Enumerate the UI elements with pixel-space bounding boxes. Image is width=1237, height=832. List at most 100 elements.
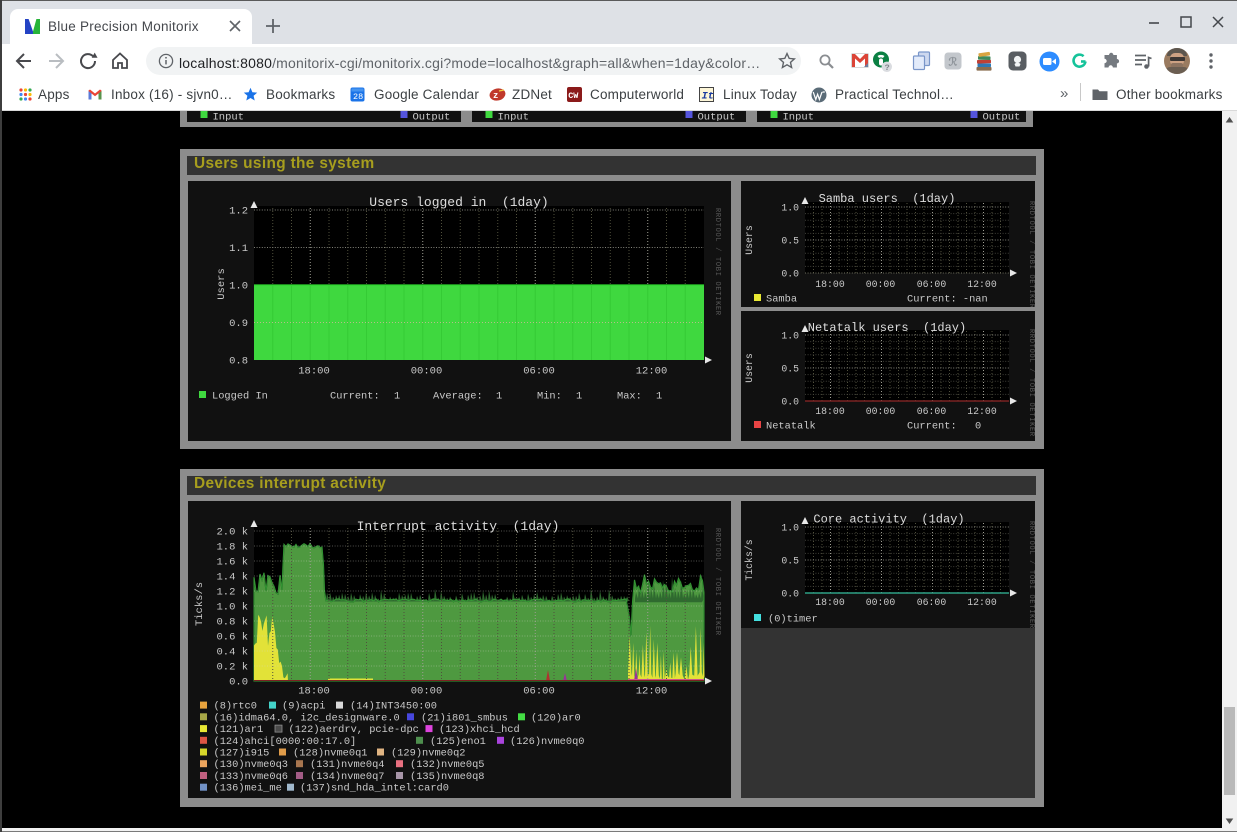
svg-text:1.8 k: 1.8 k (216, 542, 248, 554)
svg-text:1.0: 1.0 (781, 523, 799, 534)
svg-text:Input: Input (498, 112, 530, 122)
svg-text:(14)INT3450:00: (14)INT3450:00 (350, 701, 437, 713)
svg-text:(122)aerdrv, pcie-dpc: (122)aerdrv, pcie-dpc (289, 724, 419, 736)
svg-text:0.0: 0.0 (781, 589, 799, 600)
svg-text:(21)i801_smbus: (21)i801_smbus (421, 712, 508, 724)
svg-text:06:00: 06:00 (523, 366, 555, 378)
svg-text:Output: Output (698, 112, 736, 122)
svg-text:Input: Input (783, 112, 815, 122)
svg-text:(134)nvme0q7: (134)nvme0q7 (310, 771, 385, 783)
svg-text:RRDTOOL / TOBI OETIKER: RRDTOOL / TOBI OETIKER (713, 528, 721, 636)
svg-text:Input: Input (213, 112, 245, 122)
svg-text:00:00: 00:00 (411, 686, 443, 698)
svg-text:00:00: 00:00 (866, 597, 896, 608)
svg-text:RRDTOOL / TOBI OETIKER: RRDTOOL / TOBI OETIKER (713, 208, 721, 316)
svg-text:Users logged in (1day): Users logged in (1day) (369, 195, 548, 210)
svg-text:18:00: 18:00 (815, 279, 845, 290)
svg-text:12:00: 12:00 (636, 366, 668, 378)
svg-text:1.2 k: 1.2 k (216, 587, 248, 599)
svg-text:1.2: 1.2 (229, 206, 248, 218)
svg-text:1.1: 1.1 (229, 243, 248, 255)
svg-text:1: 1 (394, 391, 400, 403)
svg-text:18:00: 18:00 (298, 366, 330, 378)
svg-text:Output: Output (983, 112, 1021, 122)
svg-text:RRDTOOL / TOBI OETIKER: RRDTOOL / TOBI OETIKER (1027, 329, 1035, 437)
svg-text:1: 1 (576, 391, 582, 403)
svg-text:06:00: 06:00 (917, 406, 947, 417)
svg-text:(16)idma64.0, i2c_designware.0: (16)idma64.0, i2c_designware.0 (214, 712, 400, 724)
svg-text:?: ? (885, 63, 890, 73)
svg-text:Output: Output (413, 112, 451, 122)
svg-text:Users: Users (744, 225, 755, 255)
svg-text:12:00: 12:00 (967, 597, 997, 608)
svg-text:(125)eno1: (125)eno1 (430, 736, 486, 748)
svg-text:RRDTOOL / TOBI OETIKER: RRDTOOL / TOBI OETIKER (1027, 201, 1035, 307)
svg-text:It: It (702, 91, 715, 103)
svg-text:Average:: Average: (433, 391, 483, 403)
svg-text:Samba: Samba (766, 294, 797, 306)
svg-text:12:00: 12:00 (967, 279, 997, 290)
svg-text:Netatalk: Netatalk (766, 421, 816, 433)
svg-text:06:00: 06:00 (917, 279, 947, 290)
svg-text:Logged In: Logged In (212, 391, 268, 403)
svg-text:06:00: 06:00 (917, 597, 947, 608)
svg-text:Max:: Max: (617, 391, 642, 403)
svg-text:0.5: 0.5 (781, 364, 799, 375)
svg-text:Current:: Current: (907, 421, 957, 433)
svg-text:0.6 k: 0.6 k (216, 632, 248, 644)
svg-text:z: z (493, 91, 498, 101)
svg-text:1.0: 1.0 (781, 203, 799, 214)
svg-text:1.0: 1.0 (781, 331, 799, 342)
svg-text:0: 0 (975, 421, 981, 433)
svg-text:Current: -nan: Current: -nan (907, 294, 988, 306)
svg-text:0.4 k: 0.4 k (216, 647, 248, 659)
svg-text:00:00: 00:00 (866, 406, 896, 417)
svg-text:ℛ: ℛ (949, 57, 958, 70)
svg-text:18:00: 18:00 (298, 686, 330, 698)
svg-text:(124)ahci[0000:00:17.0]: (124)ahci[0000:00:17.0] (214, 736, 357, 748)
svg-text:(126)nvme0q0: (126)nvme0q0 (510, 736, 585, 748)
svg-text:2.0 k: 2.0 k (216, 527, 248, 539)
svg-text:0.5: 0.5 (781, 556, 799, 567)
svg-text:00:00: 00:00 (866, 279, 896, 290)
svg-text:Current:: Current: (330, 391, 380, 403)
svg-text:1: 1 (656, 391, 662, 403)
svg-text:Ticks/s: Ticks/s (194, 582, 206, 626)
svg-text:(137)snd_hda_intel:card0: (137)snd_hda_intel:card0 (300, 783, 449, 795)
svg-text:1: 1 (496, 391, 502, 403)
svg-text:(120)ar0: (120)ar0 (531, 712, 581, 724)
svg-text:Netatalk users (1day): Netatalk users (1day) (808, 321, 966, 335)
svg-text:(9)acpi: (9)acpi (282, 701, 325, 713)
svg-text:0.5: 0.5 (781, 236, 799, 247)
svg-text:12:00: 12:00 (967, 406, 997, 417)
svg-text:0.8: 0.8 (229, 356, 248, 368)
svg-text:1.0: 1.0 (229, 281, 248, 293)
svg-text:Users: Users (216, 268, 228, 300)
svg-text:(129)nvme0q2: (129)nvme0q2 (391, 748, 466, 760)
svg-text:(131)nvme0q4: (131)nvme0q4 (310, 759, 385, 771)
svg-text:0.2 k: 0.2 k (216, 662, 248, 674)
svg-text:0.0: 0.0 (781, 397, 799, 408)
svg-text:18:00: 18:00 (815, 597, 845, 608)
svg-text:(123)xhci_hcd: (123)xhci_hcd (439, 724, 520, 736)
svg-text:(127)i915: (127)i915 (214, 748, 270, 760)
svg-text:(128)nvme0q1: (128)nvme0q1 (293, 748, 368, 760)
svg-text:Ticks/s: Ticks/s (744, 539, 755, 580)
svg-text:Users: Users (744, 353, 755, 383)
svg-text:(130)nvme0q3: (130)nvme0q3 (214, 759, 289, 771)
svg-text:(133)nvme0q6: (133)nvme0q6 (214, 771, 289, 783)
svg-text:1.0 k: 1.0 k (216, 602, 248, 614)
svg-text:1.4 k: 1.4 k (216, 572, 248, 584)
svg-text:(135)nvme0q8: (135)nvme0q8 (410, 771, 485, 783)
svg-text:(136)mei_me: (136)mei_me (214, 783, 282, 795)
svg-text:06:00: 06:00 (523, 686, 555, 698)
svg-text:CW: CW (568, 91, 579, 101)
svg-text:1.6 k: 1.6 k (216, 557, 248, 569)
svg-text:(121)ar1: (121)ar1 (214, 724, 264, 736)
svg-text:Interrupt activity (1day): Interrupt activity (1day) (357, 519, 560, 534)
svg-text:0.0: 0.0 (229, 677, 248, 689)
svg-text:0.8 k: 0.8 k (216, 617, 248, 629)
svg-text:0.0: 0.0 (781, 269, 799, 280)
svg-text:00:00: 00:00 (411, 366, 443, 378)
svg-text:(8)rtc0: (8)rtc0 (214, 701, 257, 713)
